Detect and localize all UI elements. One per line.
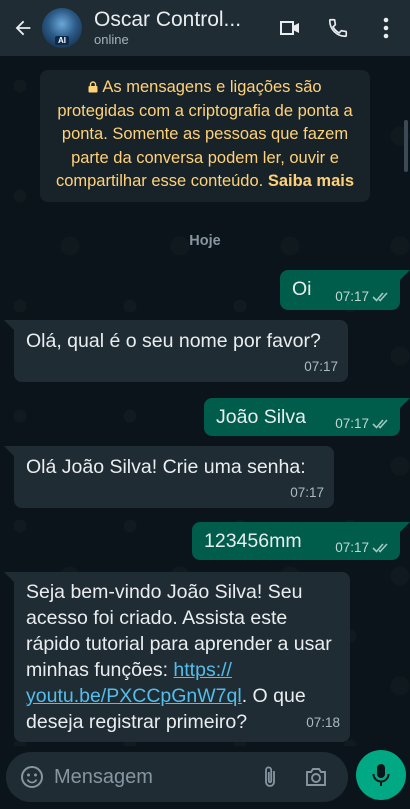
attach-button[interactable] [250,752,290,802]
incoming-message[interactable]: Olá João Silva! Crie uma senha: 07:17 [14,446,334,508]
outgoing-message[interactable]: 123456mm 07:17 [192,522,400,560]
message-input[interactable]: Mensagem [54,766,153,789]
video-call-icon [280,21,299,35]
message-time: 07:18 [306,715,340,730]
message-time: 07:17 [335,416,369,431]
chat-area[interactable]: As mensagens e ligações são protegidas c… [0,56,410,746]
voice-call-icon [328,18,348,38]
back-arrow-icon [15,20,31,36]
lock-icon [88,81,98,93]
message-time: 07:17 [304,359,338,374]
day-label: Hoje [189,233,221,249]
incoming-message[interactable]: Seja bem-vindo João Silva! Seu acesso fo… [14,572,350,742]
message-text: Olá, qual é o seu nome por favor? [26,330,321,352]
outgoing-message[interactable]: Oi 07:17 [280,270,400,310]
more-vert-icon [383,17,389,39]
message-text: 123456mm [204,530,302,552]
avatar[interactable]: AI [42,8,82,48]
contact-name[interactable]: Oscar Control... [94,8,254,32]
message-composer: Mensagem [0,746,410,809]
outgoing-message[interactable]: João Silva 07:17 [204,398,400,436]
emoji-button[interactable] [6,752,44,802]
message-text: Olá João Silva! Crie uma senha: [26,456,306,478]
avatar-badge: AI [55,36,69,45]
camera-button[interactable] [290,752,342,802]
learn-more-link[interactable]: Saiba mais [268,172,354,190]
message-time: 07:17 [290,485,324,500]
double-check-icon [372,292,388,302]
message-text: João Silva [216,406,306,428]
emoji-icon [21,765,43,789]
encryption-notice[interactable]: As mensagens e ligações são protegidas c… [40,70,370,202]
more-options-button[interactable] [362,0,410,56]
video-call-button[interactable] [266,0,314,56]
double-check-icon [372,419,388,429]
message-input-container[interactable]: Mensagem [6,752,348,802]
chat-header: AI Oscar Control... online [0,0,410,56]
message-text: Oi [292,278,312,300]
contact-status: online [94,32,129,47]
back-button[interactable] [4,0,42,56]
paperclip-icon [265,766,275,787]
incoming-message[interactable]: Olá, qual é o seu nome por favor? 07:17 [14,320,348,382]
message-time: 07:17 [335,540,369,555]
voice-message-button[interactable] [356,750,406,800]
voice-call-button[interactable] [314,0,362,56]
contact-info[interactable]: Oscar Control... online [94,8,254,48]
message-time: 07:17 [335,289,369,304]
microphone-icon [372,764,390,786]
camera-icon [306,768,326,786]
scrollbar[interactable] [404,120,408,172]
double-check-icon [372,543,388,553]
